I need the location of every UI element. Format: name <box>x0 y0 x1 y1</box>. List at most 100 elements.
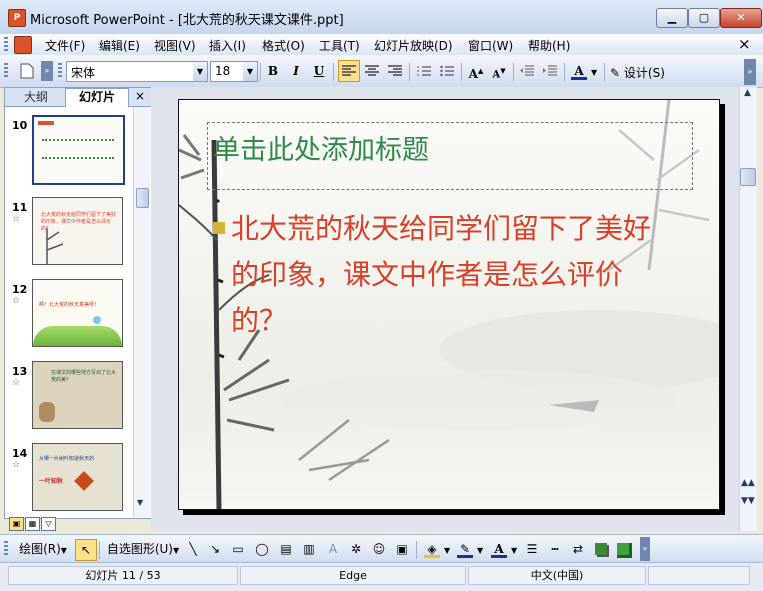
animation-star-icon[interactable]: ☆ <box>12 460 20 470</box>
close-window-button[interactable]: ✕ <box>720 8 762 28</box>
arrow-tool-icon[interactable]: ↘ <box>206 539 224 559</box>
menu-edit[interactable]: 编辑(E) <box>99 37 140 54</box>
animation-star-icon[interactable]: ☆ <box>12 296 20 306</box>
font-name-select[interactable]: 宋体 ▼ <box>66 61 208 82</box>
clipart-icon[interactable]: ☺ <box>370 539 388 559</box>
slide-vertical-scrollbar[interactable] <box>739 87 757 531</box>
slide-number: 14 <box>12 447 28 460</box>
menu-tools[interactable]: 工具(T) <box>319 37 360 54</box>
next-slide-icon[interactable]: ▼▼ <box>741 496 755 506</box>
bullets-icon[interactable] <box>436 60 458 82</box>
slide-thumbnail-14[interactable]: 从哪一片树叶知道秋天的 一叶知秋 <box>32 443 123 511</box>
thumb-figure <box>39 402 55 422</box>
previous-slide-icon[interactable]: ▲▲ <box>741 478 755 488</box>
shadow-style-icon[interactable] <box>591 539 611 559</box>
draw-menu-button[interactable]: 绘图(R)▼ <box>14 539 72 559</box>
tab-outline[interactable]: 大纲 <box>11 89 61 105</box>
slide-thumbnail-11[interactable]: 北大荒的秋天给同学们留下了美好的印象，课文中作者是怎么评价的？ <box>32 197 123 265</box>
draw-font-color-icon[interactable]: A <box>489 539 509 559</box>
current-slide[interactable]: 单击此处添加标题 北大荒的秋天给同学们留下了美好的印象，课文中作者是怎么评价的？ <box>178 99 720 510</box>
align-left-icon[interactable] <box>338 60 360 82</box>
toolbar-separator <box>260 63 261 81</box>
toolbar-options-chevron-icon[interactable]: » <box>41 61 53 81</box>
slide-thumbnail-10[interactable] <box>32 115 125 185</box>
document-icon[interactable] <box>14 36 32 54</box>
scroll-up-arrow-icon[interactable]: ▲ <box>741 88 754 98</box>
animation-star-icon[interactable]: ☆ <box>12 378 20 388</box>
decrease-indent-icon[interactable] <box>516 60 538 82</box>
font-size-value: 18 <box>215 64 231 78</box>
vertical-textbox-icon[interactable]: ▥ <box>300 539 318 559</box>
toolbar-options-chevron-icon[interactable]: » <box>744 59 756 85</box>
italic-button[interactable]: I <box>285 60 307 82</box>
document-close-button[interactable]: × <box>738 35 751 53</box>
line-tool-icon[interactable]: ╲ <box>184 539 202 559</box>
font-size-select[interactable]: 18 ▼ <box>210 61 258 82</box>
menu-insert[interactable]: 插入(I) <box>209 37 246 54</box>
minimize-button[interactable]: ▁ <box>656 8 688 28</box>
slide-thumbnail-13[interactable]: 在课文的哪些地方写出了北大荒的美？ <box>32 361 123 429</box>
insert-picture-icon[interactable]: ▣ <box>393 539 411 559</box>
wordart-icon[interactable]: A <box>324 539 342 559</box>
pane-scroll-thumb[interactable] <box>136 188 149 208</box>
underline-button[interactable]: U <box>308 60 330 82</box>
thumb-caption: 在课文的哪些地方写出了北大荒的美？ <box>51 370 117 383</box>
slideshow-view-icon[interactable]: ▽ <box>41 517 56 531</box>
slide-title-placeholder[interactable]: 单击此处添加标题 <box>213 128 429 167</box>
menu-slideshow[interactable]: 幻灯片放映(D) <box>374 37 453 54</box>
pane-close-icon[interactable]: × <box>135 89 145 103</box>
increase-indent-icon[interactable] <box>539 60 561 82</box>
textbox-tool-icon[interactable]: ▤ <box>277 539 295 559</box>
line-color-dropdown-icon[interactable]: ▼ <box>477 546 483 555</box>
align-center-icon[interactable] <box>361 60 383 82</box>
fill-color-icon[interactable]: ◈ <box>422 539 442 559</box>
menu-help[interactable]: 帮助(H) <box>528 37 570 54</box>
menubar-grip[interactable] <box>4 37 8 53</box>
arrow-style-icon[interactable]: ⇄ <box>568 539 588 559</box>
slide-thumbnail-12[interactable]: 啊！北大荒的秋天真美呀！ <box>32 279 123 347</box>
scroll-down-arrow-icon[interactable]: ▼ <box>137 498 143 507</box>
menu-file[interactable]: 文件(F) <box>45 37 85 54</box>
bold-button[interactable]: B <box>262 60 284 82</box>
oval-tool-icon[interactable]: ◯ <box>253 539 271 559</box>
font-color-dropdown-icon[interactable]: ▼ <box>591 68 597 77</box>
slide-body-text[interactable]: 北大荒的秋天给同学们留下了美好的印象，课文中作者是怎么评价的？ <box>231 206 671 344</box>
design-button[interactable]: ✎ 设计(S) <box>610 64 665 81</box>
diagram-icon[interactable]: ✲ <box>347 539 365 559</box>
autoshapes-menu-button[interactable]: 自选图形(U)▼ <box>104 539 182 559</box>
thumb-balloon <box>93 316 101 324</box>
select-pointer-icon[interactable]: ↖ <box>75 539 97 561</box>
toolbar-separator <box>333 63 334 81</box>
new-document-icon[interactable] <box>16 60 38 82</box>
toolbar-options-chevron-icon[interactable]: » <box>640 537 650 561</box>
line-color-icon[interactable]: ✎ <box>455 539 475 559</box>
title-bar: P Microsoft PowerPoint - [北大荒的秋天课文课件.ppt… <box>0 0 763 35</box>
draw-font-color-dropdown-icon[interactable]: ▼ <box>511 546 517 555</box>
thumb-caption: 啊！北大荒的秋天真美呀！ <box>39 302 100 308</box>
fill-color-dropdown-icon[interactable]: ▼ <box>444 546 450 555</box>
decrease-font-size-icon[interactable]: A▼ <box>488 60 510 82</box>
3d-style-icon[interactable] <box>614 539 634 559</box>
normal-view-icon[interactable]: ▣ <box>9 517 24 531</box>
slide-sorter-view-icon[interactable]: ▦ <box>25 517 40 531</box>
menu-view[interactable]: 视图(V) <box>154 37 196 54</box>
font-color-icon[interactable]: A <box>568 60 590 82</box>
pane-scrollbar[interactable] <box>133 107 150 517</box>
increase-font-size-icon[interactable]: A▲ <box>465 60 487 82</box>
rectangle-tool-icon[interactable]: ▭ <box>229 539 247 559</box>
toolbar-grip[interactable] <box>4 541 8 557</box>
thumb-text-row <box>42 139 114 143</box>
tab-slides[interactable]: 幻灯片 <box>65 88 129 107</box>
powerpoint-app-icon[interactable]: P <box>8 9 26 27</box>
maximize-button[interactable]: ▢ <box>688 8 720 28</box>
slide-scroll-thumb[interactable] <box>740 168 756 186</box>
numbering-icon[interactable] <box>413 60 435 82</box>
menu-format[interactable]: 格式(O) <box>262 37 305 54</box>
line-style-icon[interactable]: ☰ <box>522 539 542 559</box>
menu-window[interactable]: 窗口(W) <box>468 37 513 54</box>
animation-star-icon[interactable]: ☆ <box>12 214 20 224</box>
toolbar-grip[interactable] <box>4 63 8 79</box>
dash-style-icon[interactable]: ┅ <box>545 539 565 559</box>
toolbar-grip-2[interactable] <box>58 63 62 79</box>
align-right-icon[interactable] <box>384 60 406 82</box>
